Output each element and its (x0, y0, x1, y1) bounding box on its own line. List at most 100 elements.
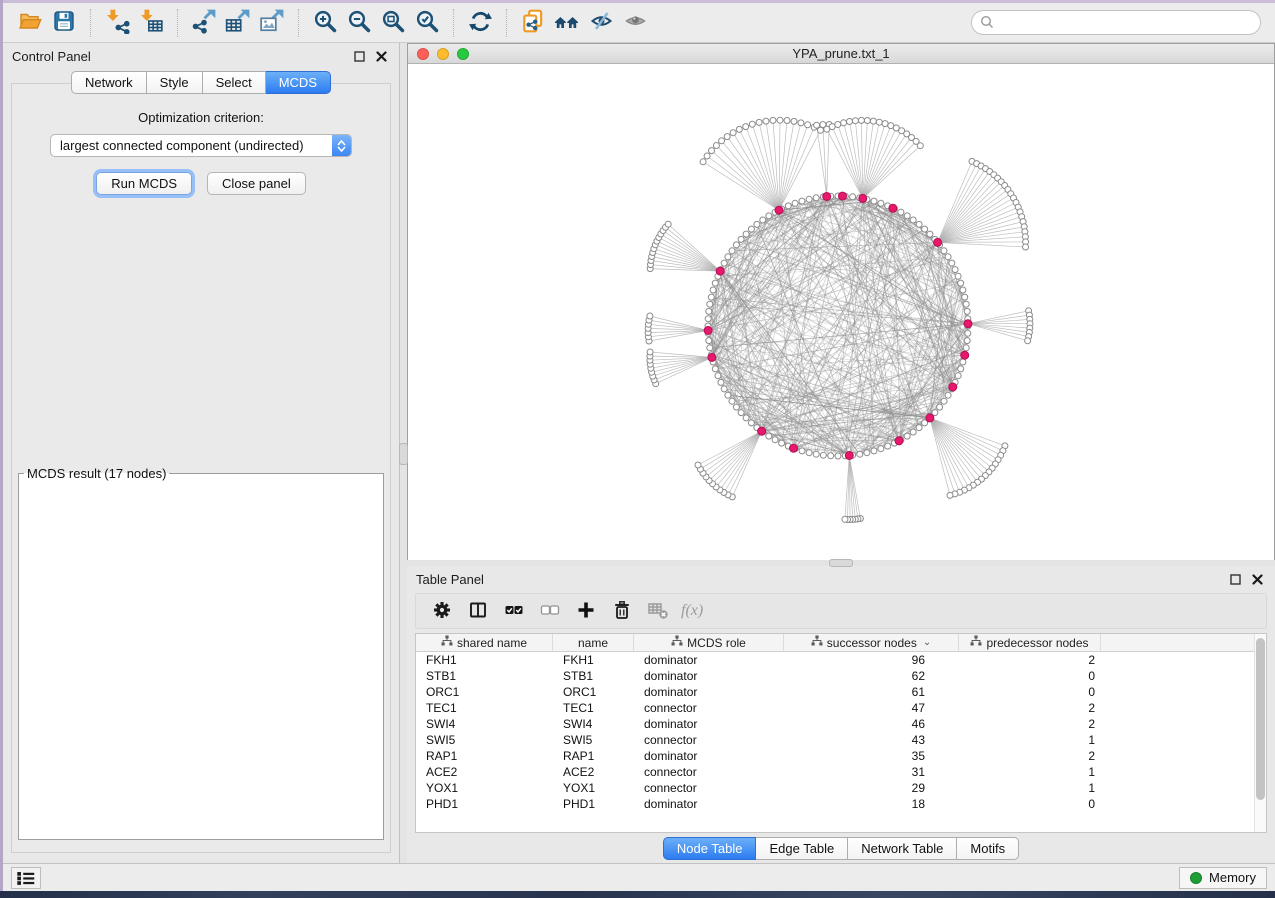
table-cell[interactable]: SWI4 (553, 717, 634, 731)
close-panel-button[interactable] (372, 47, 390, 65)
export-network-button[interactable] (187, 7, 221, 39)
table-cell[interactable]: PHD1 (553, 797, 634, 811)
table-cell[interactable]: connector (634, 765, 784, 779)
table-cell[interactable]: 2 (959, 749, 1101, 763)
table-row[interactable]: TEC1TEC1connector472 (416, 700, 1266, 716)
function-builder-button[interactable]: f(x) (676, 596, 712, 626)
table-cell[interactable]: 61 (784, 685, 959, 699)
table-cell[interactable]: RAP1 (553, 749, 634, 763)
hide-selected-button[interactable] (584, 7, 618, 39)
table-cell[interactable]: 1 (959, 733, 1101, 747)
table-scrollbar-thumb[interactable] (1256, 638, 1265, 800)
table-row[interactable]: SWI4SWI4dominator462 (416, 716, 1266, 732)
export-image-button[interactable] (255, 7, 289, 39)
search-input[interactable] (971, 10, 1261, 35)
table-cell[interactable]: FKH1 (553, 653, 634, 667)
tab-edge-table[interactable]: Edge Table (756, 837, 848, 860)
table-cell[interactable]: connector (634, 701, 784, 715)
table-cell[interactable]: 18 (784, 797, 959, 811)
table-cell[interactable]: ORC1 (416, 685, 553, 699)
table-row[interactable]: SWI5SWI5connector431 (416, 732, 1266, 748)
table-cell[interactable]: 2 (959, 653, 1101, 667)
table-cell[interactable]: YOX1 (553, 781, 634, 795)
column-header-name[interactable]: name (553, 634, 634, 651)
vertical-splitter-handle[interactable] (399, 443, 408, 465)
zoom-in-button[interactable] (308, 7, 342, 39)
table-cell[interactable]: dominator (634, 685, 784, 699)
horizontal-splitter-handle[interactable] (829, 559, 853, 567)
table-row[interactable]: YOX1YOX1connector291 (416, 780, 1266, 796)
vertical-splitter[interactable] (400, 43, 407, 863)
table-cell[interactable]: connector (634, 781, 784, 795)
float-table-panel-button[interactable] (1226, 570, 1244, 588)
tab-node-table[interactable]: Node Table (663, 837, 757, 860)
table-cell[interactable]: 31 (784, 765, 959, 779)
network-graph[interactable] (408, 64, 1274, 559)
table-cell[interactable]: dominator (634, 653, 784, 667)
table-cell[interactable]: TEC1 (416, 701, 553, 715)
optimization-criterion-dropdown[interactable]: largest connected component (undirected) (50, 134, 352, 157)
column-header-MCDS-role[interactable]: MCDS role (634, 634, 784, 651)
table-cell[interactable]: STB1 (553, 669, 634, 683)
table-cell[interactable]: 47 (784, 701, 959, 715)
delete-table-button[interactable] (640, 596, 676, 626)
import-network-button[interactable] (100, 7, 134, 39)
table-cell[interactable]: 46 (784, 717, 959, 731)
table-cell[interactable]: 29 (784, 781, 959, 795)
tab-style[interactable]: Style (147, 71, 203, 94)
create-column-button[interactable] (568, 596, 604, 626)
table-cell[interactable]: 0 (959, 685, 1101, 699)
show-column-button[interactable] (460, 596, 496, 626)
table-cell[interactable]: connector (634, 733, 784, 747)
save-session-button[interactable] (47, 7, 81, 39)
show-all-button[interactable] (618, 7, 652, 39)
open-session-button[interactable] (13, 7, 47, 39)
first-neighbors-button[interactable] (550, 7, 584, 39)
tab-motifs[interactable]: Motifs (957, 837, 1019, 860)
zoom-out-button[interactable] (342, 7, 376, 39)
table-row[interactable]: FKH1FKH1dominator962 (416, 652, 1266, 668)
close-mcds-panel-button[interactable]: Close panel (207, 172, 306, 195)
table-cell[interactable]: dominator (634, 669, 784, 683)
table-cell[interactable]: 43 (784, 733, 959, 747)
column-header-successor-nodes[interactable]: successor nodes⌄ (784, 634, 959, 651)
network-canvas[interactable] (408, 64, 1274, 560)
table-cell[interactable]: TEC1 (553, 701, 634, 715)
table-row[interactable]: RAP1RAP1dominator352 (416, 748, 1266, 764)
table-cell[interactable]: dominator (634, 797, 784, 811)
maximize-window-button[interactable] (457, 48, 469, 60)
zoom-fit-button[interactable] (376, 7, 410, 39)
table-cell[interactable]: FKH1 (416, 653, 553, 667)
minimize-window-button[interactable] (437, 48, 449, 60)
select-all-button[interactable] (496, 596, 532, 626)
refresh-button[interactable] (463, 7, 497, 39)
table-row[interactable]: STB1STB1dominator620 (416, 668, 1266, 684)
table-cell[interactable]: 0 (959, 797, 1101, 811)
table-cell[interactable]: dominator (634, 749, 784, 763)
table-row[interactable]: PHD1PHD1dominator180 (416, 796, 1266, 812)
deselect-all-button[interactable] (532, 596, 568, 626)
table-cell[interactable]: RAP1 (416, 749, 553, 763)
close-window-button[interactable] (417, 48, 429, 60)
table-cell[interactable]: YOX1 (416, 781, 553, 795)
close-table-panel-button[interactable] (1248, 570, 1266, 588)
column-header-shared-name[interactable]: shared name (416, 634, 553, 651)
horizontal-splitter[interactable] (407, 560, 1275, 566)
table-cell[interactable]: SWI5 (416, 733, 553, 747)
table-cell[interactable]: 2 (959, 717, 1101, 731)
table-cell[interactable]: ORC1 (553, 685, 634, 699)
zoom-selected-button[interactable] (410, 7, 444, 39)
delete-column-button[interactable] (604, 596, 640, 626)
column-header-predecessor-nodes[interactable]: predecessor nodes (959, 634, 1101, 651)
float-panel-button[interactable] (350, 47, 368, 65)
tab-select[interactable]: Select (203, 71, 266, 94)
table-cell[interactable]: 1 (959, 781, 1101, 795)
table-cell[interactable]: ACE2 (416, 765, 553, 779)
table-options-button[interactable] (424, 596, 460, 626)
memory-button[interactable]: Memory (1179, 867, 1267, 889)
run-mcds-button[interactable]: Run MCDS (96, 172, 192, 195)
export-table-button[interactable] (221, 7, 255, 39)
table-cell[interactable]: ACE2 (553, 765, 634, 779)
table-cell[interactable]: SWI5 (553, 733, 634, 747)
table-cell[interactable]: 35 (784, 749, 959, 763)
